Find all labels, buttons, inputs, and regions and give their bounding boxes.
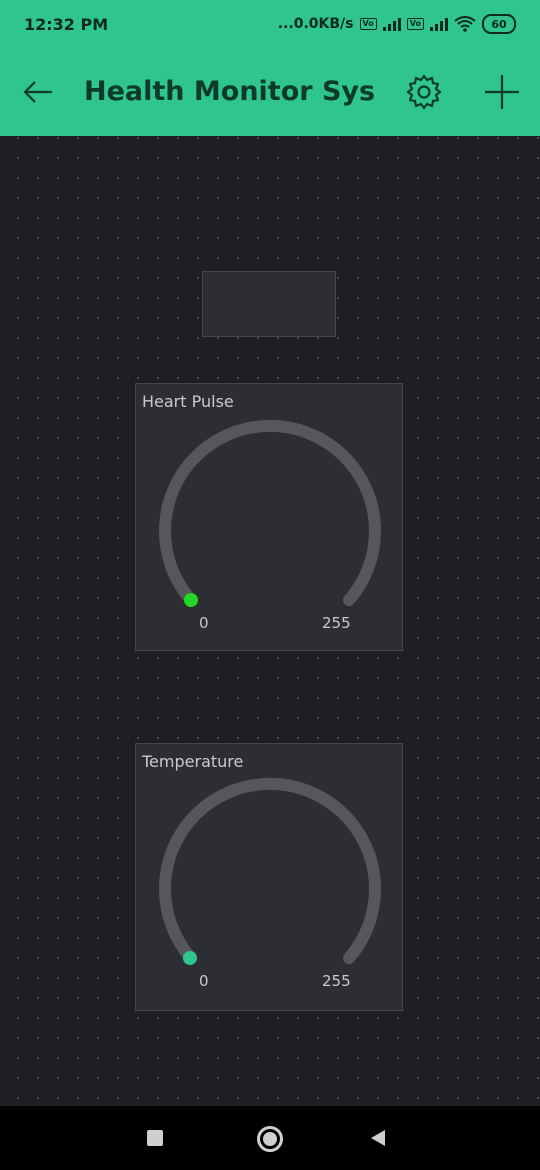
app-bar: Health Monitor Syst... (0, 48, 540, 136)
gauge-min-label: 0 (199, 972, 209, 990)
gauge-track (159, 778, 381, 965)
gauge-max-label: 255 (322, 614, 351, 632)
system-nav-bar (0, 1106, 540, 1170)
gauge-dial (159, 420, 381, 607)
plus-icon[interactable] (482, 72, 522, 112)
circle-icon[interactable] (257, 1126, 283, 1152)
gauge-value-dot (184, 593, 198, 607)
net-speed: ...0.0KB/s (277, 16, 354, 32)
arrow-left-icon[interactable] (20, 74, 56, 110)
status-icons: ...0.0KB/s Vo Vo 60 (278, 14, 516, 34)
gauge-dial (159, 778, 381, 965)
page-title: Health Monitor Syst... (84, 76, 374, 107)
signal-icon (382, 17, 401, 31)
gauge-track (159, 420, 381, 607)
gauge-max-label: 255 (322, 972, 351, 990)
battery-icon: 60 (482, 14, 516, 34)
dashboard-canvas: Heart Pulse 0 255 Temperature 0 255 (0, 136, 540, 1106)
square-icon[interactable] (147, 1130, 163, 1146)
signal-4g-icon (430, 17, 448, 31)
triangle-back-icon[interactable] (368, 1128, 388, 1148)
status-time: 12:32 PM (24, 14, 109, 34)
wifi-icon (454, 16, 476, 32)
gear-icon[interactable] (404, 72, 444, 112)
gauge-min-label: 0 (199, 614, 209, 632)
empty-widget[interactable] (202, 271, 336, 337)
volte-icon-2: Vo (406, 18, 424, 30)
gauge-value-dot (183, 951, 197, 965)
status-bar: 12:32 PM ...0.0KB/s Vo Vo 60 (0, 0, 540, 48)
gauge-widget-temperature[interactable]: Temperature 0 255 (135, 743, 403, 1011)
volte-icon: Vo (359, 18, 377, 30)
gauge-widget-heart-pulse[interactable]: Heart Pulse 0 255 (135, 383, 403, 651)
